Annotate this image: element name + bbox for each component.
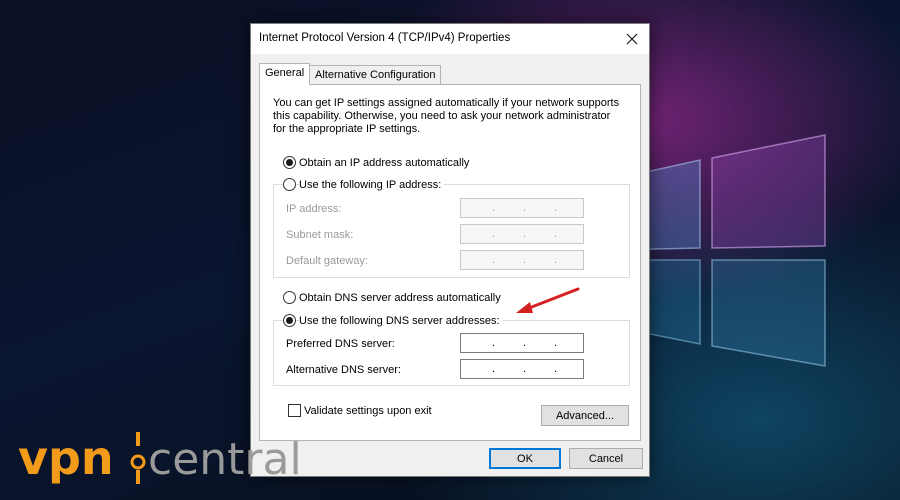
tab-general[interactable]: General: [259, 63, 311, 85]
dialog-title: Internet Protocol Version 4 (TCP/IPv4) P…: [259, 32, 511, 44]
preferred-dns-label: Preferred DNS server:: [286, 338, 395, 350]
tab-alternative-configuration[interactable]: Alternative Configuration: [309, 65, 442, 85]
obtain-ip-auto-label: Obtain an IP address automatically: [299, 157, 470, 169]
preferred-dns-field[interactable]: ...: [460, 333, 584, 353]
cancel-button[interactable]: Cancel: [569, 448, 643, 469]
description-text: You can get IP settings assigned automat…: [273, 97, 620, 135]
obtain-dns-auto-label: Obtain DNS server address automatically: [299, 292, 501, 304]
use-following-ip-label: Use the following IP address:: [299, 179, 445, 192]
default-gateway-field: ...: [460, 250, 584, 270]
alternative-dns-field[interactable]: ...: [460, 359, 584, 379]
subnet-mask-field: ...: [460, 224, 584, 244]
vpncentral-logo-icon: vpn central: [18, 431, 302, 485]
alternative-dns-label: Alternative DNS server:: [286, 364, 401, 376]
ipv4-properties-dialog: Internet Protocol Version 4 (TCP/IPv4) P…: [250, 23, 650, 477]
general-tab-panel: You can get IP settings assigned automat…: [259, 84, 641, 441]
obtain-dns-auto-radio[interactable]: [283, 291, 296, 304]
annotation-arrow-icon: [516, 287, 580, 313]
use-following-dns-label: Use the following DNS server addresses:: [299, 315, 503, 328]
subnet-mask-label: Subnet mask:: [286, 229, 354, 241]
validate-settings-label: Validate settings upon exit: [304, 405, 432, 417]
logo-vpn-text: vpn: [18, 431, 114, 485]
use-following-ip-radio[interactable]: [283, 178, 296, 191]
ip-address-field: ...: [460, 198, 584, 218]
ip-address-label: IP address:: [286, 203, 342, 215]
advanced-button[interactable]: Advanced...: [541, 405, 629, 426]
logo-central-text: central: [148, 434, 302, 485]
default-gateway-label: Default gateway:: [286, 255, 368, 267]
close-icon: [626, 33, 638, 45]
vpncentral-logo: vpn central: [18, 428, 328, 486]
obtain-ip-auto-radio[interactable]: [283, 156, 296, 169]
title-bar: Internet Protocol Version 4 (TCP/IPv4) P…: [251, 24, 649, 54]
validate-settings-checkbox[interactable]: [288, 404, 301, 417]
close-button[interactable]: [619, 27, 645, 51]
ok-button[interactable]: OK: [489, 448, 561, 469]
use-following-dns-radio[interactable]: [283, 314, 296, 327]
